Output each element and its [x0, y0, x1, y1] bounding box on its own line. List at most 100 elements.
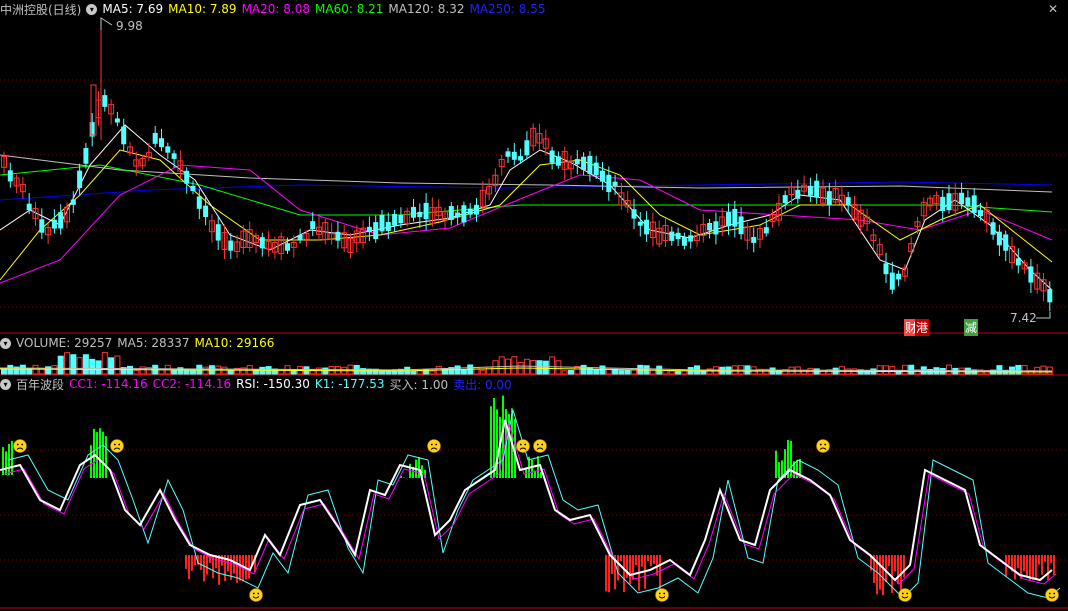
- face-eye: [252, 592, 255, 595]
- volume-bar: [76, 357, 83, 375]
- candle-body-down: [524, 140, 530, 156]
- candle-body-down: [688, 235, 694, 242]
- face-disc: [1045, 588, 1059, 602]
- face-eye: [658, 592, 661, 595]
- candle-body-down: [366, 226, 372, 233]
- circle-down-icon[interactable]: ▾: [0, 378, 11, 390]
- face-disc: [533, 439, 547, 453]
- candle-body-down: [726, 212, 731, 227]
- sell-strength-bar: [1041, 555, 1043, 575]
- sell-strength-bar: [617, 555, 619, 581]
- volume-bar: [473, 367, 480, 375]
- event-tag-hk[interactable]: 港: [915, 319, 930, 336]
- candle-body-down: [631, 209, 637, 219]
- candle-body-down: [83, 148, 89, 164]
- kline-chart[interactable]: [0, 0, 1068, 611]
- candle-body-down: [1028, 266, 1034, 283]
- face-eye: [118, 443, 121, 446]
- sell-strength-bar: [1050, 555, 1052, 564]
- happy-face-icon: [249, 588, 263, 602]
- volume-bar: [568, 369, 574, 375]
- face-eye: [519, 443, 522, 446]
- candle-body-down: [814, 180, 820, 198]
- candle-body-down: [883, 263, 889, 275]
- sell-strength-bar: [1017, 555, 1019, 569]
- buy-strength-bar: [403, 477, 405, 478]
- circle-down-icon[interactable]: ▾: [86, 3, 98, 15]
- candle-body-down: [807, 185, 813, 196]
- buy-strength-bar: [90, 445, 92, 478]
- candle-body-down: [392, 214, 398, 226]
- volume-bar: [133, 370, 140, 375]
- ma120-line: [0, 154, 1053, 193]
- sell-strength-bar: [1026, 555, 1028, 577]
- close-icon[interactable]: ✕: [1046, 2, 1060, 16]
- indicator-name: 百年波段: [16, 377, 65, 392]
- volume-bar: [82, 354, 89, 375]
- volume-bar: [486, 366, 493, 375]
- volume-header: ▾ VOLUME: 29257 MA5: 28337 MA10: 29166: [0, 335, 279, 351]
- sell-strength-bar: [626, 555, 628, 578]
- face-disc: [427, 439, 441, 453]
- candle-body-down: [102, 95, 108, 107]
- sell-strength-bar: [188, 555, 190, 579]
- candle-body-down: [587, 155, 593, 174]
- volume-bar: [883, 365, 889, 375]
- sell-strength-bar: [236, 555, 238, 583]
- volume-bar: [89, 358, 96, 375]
- sell-strength-bar: [894, 555, 896, 572]
- candle-body-down: [896, 273, 902, 280]
- candle-body-down: [455, 212, 461, 218]
- buy-strength-bar: [508, 414, 510, 478]
- volume-bar: [57, 355, 64, 375]
- sell-strength-bar: [882, 555, 884, 596]
- face-disc: [249, 588, 263, 602]
- sad-face-icon: [533, 439, 547, 453]
- candle-body-down: [681, 236, 687, 246]
- buy-strength-bar: [775, 450, 777, 478]
- candle-body-down: [675, 232, 681, 240]
- sell-strength-bar: [897, 555, 899, 584]
- candlesticks: [1, 25, 1053, 312]
- volume-bar: [51, 365, 58, 375]
- face-disc: [655, 588, 669, 602]
- volume-bar: [479, 369, 486, 375]
- face-eye: [435, 443, 438, 446]
- sell-strength-bar: [203, 555, 205, 582]
- sell-strength-bar: [605, 555, 607, 592]
- candle-body-down: [58, 212, 64, 229]
- volume-bar: [586, 367, 593, 375]
- candle-body-down: [196, 196, 202, 209]
- circle-down-icon[interactable]: ▾: [0, 337, 11, 349]
- candle-body-down: [215, 224, 221, 241]
- event-tag-reduce[interactable]: 减: [964, 319, 979, 336]
- sell-strength-bar: [1038, 555, 1040, 565]
- candle-body-down: [228, 240, 234, 251]
- candle-body-down: [505, 151, 511, 157]
- sell-strength-bar: [200, 555, 202, 570]
- buy-strength-bar: [102, 431, 104, 478]
- sell-strength-bar: [191, 555, 193, 571]
- sell-strength-bar: [629, 555, 631, 585]
- sad-face-icon: [110, 439, 124, 453]
- candle-body-down: [7, 170, 13, 182]
- volume-ma10: MA10: 29166: [194, 336, 275, 350]
- sell-strength-bar: [620, 555, 622, 562]
- candle-body-down: [1015, 258, 1021, 266]
- volume-bar: [580, 364, 587, 375]
- cc2-label: CC2: -114.16: [152, 377, 232, 391]
- candle-body-down: [423, 202, 429, 220]
- cc1-label: CC1: -114.16: [69, 377, 148, 391]
- volume-bar: [530, 359, 537, 375]
- happy-face-icon: [1045, 588, 1059, 602]
- buy-strength-bar: [11, 440, 13, 475]
- face-eye: [524, 443, 527, 446]
- candle-body-down: [310, 221, 316, 230]
- volume-bar: [1021, 365, 1028, 375]
- candle-body-down: [518, 156, 524, 161]
- candle-body-down: [795, 189, 801, 199]
- stock-name: 中洲控股(日线): [0, 2, 82, 17]
- sell-strength-bar: [1014, 555, 1016, 580]
- buy-strength-bar: [537, 456, 539, 478]
- ma20-label: MA20: 8.08: [241, 2, 310, 16]
